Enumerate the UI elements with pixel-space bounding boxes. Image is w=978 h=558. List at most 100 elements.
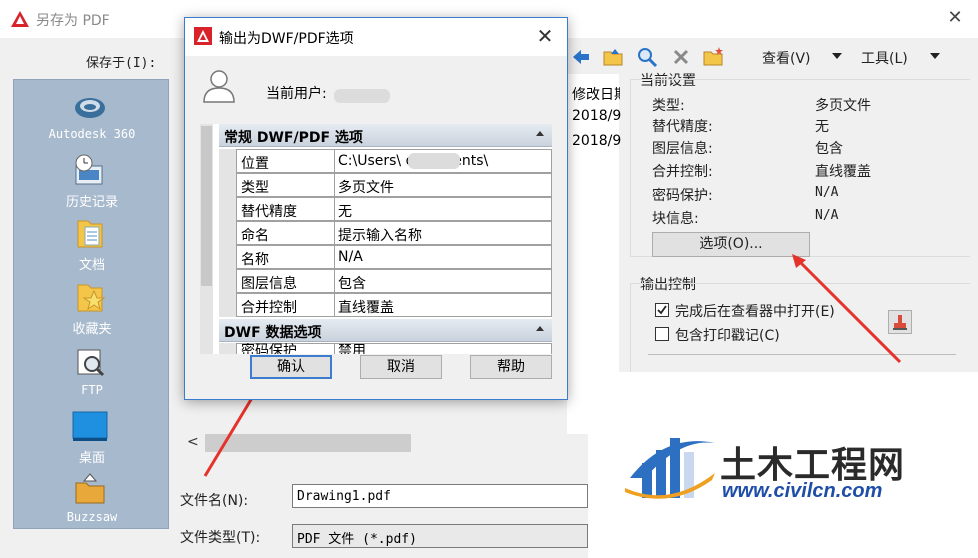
place-documents[interactable]: 文档 [14, 213, 170, 275]
setting-key: 类型: [652, 98, 685, 114]
redacted-path [408, 153, 460, 169]
window-close-button[interactable]: ✕ [944, 7, 966, 29]
file-name-input[interactable] [292, 484, 588, 508]
place-desktop[interactable]: 桌面 [14, 406, 170, 468]
place-buzzsaw[interactable]: Buzzsaw [14, 469, 170, 531]
place-label: 收藏夹 [72, 322, 112, 337]
grid-clipped-area: 密码保护 禁用 [219, 343, 552, 354]
property-row[interactable]: 类型 多页文件 [219, 173, 552, 197]
current-user-label: 当前用户: [266, 86, 327, 102]
window-title: 另存为 PDF [36, 13, 110, 29]
property-row[interactable]: 图层信息 包含 [219, 269, 552, 293]
include-stamp-checkbox[interactable] [655, 327, 669, 341]
property-row[interactable]: 替代精度 无 [219, 197, 552, 221]
ftp-icon [77, 349, 105, 377]
help-button[interactable]: 帮助 [470, 355, 552, 379]
civilcn-logo [625, 438, 715, 499]
file-type-select[interactable]: PDF 文件 (*.pdf) [292, 524, 588, 548]
category-dwf-data[interactable]: DWF 数据选项 [219, 319, 552, 342]
category-general[interactable]: 常规 DWF/PDF 选项 [219, 124, 552, 147]
place-label: FTP [81, 383, 103, 397]
autocad-logo-icon [10, 9, 30, 29]
redacted-username [334, 89, 390, 103]
setting-key: 密码保护: [652, 188, 713, 204]
collapse-icon[interactable] [536, 131, 544, 136]
open-in-viewer-checkbox[interactable] [655, 303, 669, 317]
column-header-modified[interactable]: 修改日期 [572, 84, 620, 104]
property-row[interactable]: 命名 提示输入名称 [219, 221, 552, 245]
tools-dropdown-arrow-icon[interactable] [930, 53, 940, 59]
setting-value: 直线覆盖 [815, 164, 871, 180]
property-row[interactable]: 名称 N/A [219, 245, 552, 269]
dialog-title: 输出为DWF/PDF选项 [219, 31, 354, 47]
collapse-icon[interactable] [536, 326, 544, 331]
property-value[interactable]: 提示输入名称 [334, 221, 552, 245]
include-stamp-label[interactable]: 包含打印戳记(C) [675, 325, 780, 345]
stamp-settings-button[interactable] [888, 310, 912, 334]
property-row[interactable]: 合并控制 直线覆盖 [219, 293, 552, 317]
property-key: 命名 [236, 221, 334, 245]
watermark-url: www.civilcn.com [722, 480, 883, 502]
property-row[interactable]: 密码保护 禁用 [219, 343, 552, 354]
scrollbar-thumb[interactable] [205, 434, 411, 452]
autocad-logo-icon [194, 27, 212, 45]
buzzsaw-icon [75, 473, 105, 504]
place-label: 桌面 [78, 451, 105, 466]
place-favorites[interactable]: 收藏夹 [14, 277, 170, 339]
property-key: 密码保护 [236, 343, 334, 354]
tools-menu[interactable]: 工具(L) [861, 48, 908, 68]
property-value[interactable]: 禁用 [334, 343, 552, 354]
open-in-viewer-label[interactable]: 完成后在查看器中打开(E) [675, 301, 835, 321]
category-label: DWF 数据选项 [224, 325, 322, 341]
property-key: 名称 [236, 245, 334, 269]
dialog-close-button[interactable]: ✕ [533, 24, 557, 48]
setting-key: 合并控制: [652, 164, 713, 180]
save-in-label: 保存于(I): [86, 56, 157, 71]
setting-value: 包含 [815, 141, 843, 157]
setting-value: 多页文件 [815, 98, 871, 114]
up-folder-icon[interactable] [602, 46, 624, 68]
property-key: 替代精度 [236, 197, 334, 221]
property-value[interactable]: 包含 [334, 269, 552, 293]
checkmark-icon [657, 305, 667, 315]
back-icon[interactable] [570, 46, 592, 68]
view-dropdown-arrow-icon[interactable] [832, 53, 842, 59]
setting-key: 图层信息: [652, 141, 713, 157]
scroll-left-arrow-icon[interactable]: < [187, 434, 199, 450]
user-icon [203, 70, 235, 103]
property-value[interactable]: 直线覆盖 [334, 293, 552, 317]
options-button[interactable]: 选项(O)... [652, 232, 810, 257]
delete-icon[interactable] [670, 46, 692, 68]
view-menu[interactable]: 查看(V) [762, 48, 811, 68]
setting-value: N/A [815, 208, 839, 223]
file-row-date[interactable]: 2018/9 [572, 133, 621, 149]
cancel-button[interactable]: 取消 [360, 355, 442, 379]
property-value[interactable]: 多页文件 [334, 173, 552, 197]
property-key: 位置 [236, 149, 334, 173]
new-folder-icon[interactable] [702, 46, 724, 68]
category-label: 常规 DWF/PDF 选项 [224, 130, 363, 146]
ok-button[interactable]: 确认 [250, 355, 332, 379]
place-ftp[interactable]: FTP [14, 342, 170, 404]
file-name-label: 文件名(N): [180, 493, 249, 509]
property-value[interactable]: 无 [334, 197, 552, 221]
setting-key: 块信息: [652, 211, 699, 227]
place-label: Autodesk 360 [48, 127, 136, 141]
property-key: 类型 [236, 173, 334, 197]
places-sidebar: Autodesk 360 历史记录 文档 收藏夹 FTP 桌面 Buzzsaw [13, 79, 169, 529]
scrollbar-thumb[interactable] [201, 126, 212, 286]
documents-icon [77, 220, 103, 248]
divider [648, 354, 956, 355]
property-row[interactable]: 位置 C:\Users\ documents\ [219, 149, 552, 173]
desktop-icon [72, 411, 108, 441]
setting-value: 无 [815, 119, 829, 135]
property-key: 图层信息 [236, 269, 334, 293]
place-label: Buzzsaw [66, 510, 118, 524]
search-web-icon[interactable] [636, 46, 658, 68]
file-row-date[interactable]: 2018/9 [572, 108, 621, 124]
place-autodesk360[interactable]: Autodesk 360 [14, 86, 170, 148]
property-value[interactable]: N/A [334, 245, 552, 269]
file-type-label: 文件类型(T): [180, 530, 261, 546]
place-history[interactable]: 历史记录 [14, 150, 170, 212]
place-label: 文档 [78, 258, 105, 273]
